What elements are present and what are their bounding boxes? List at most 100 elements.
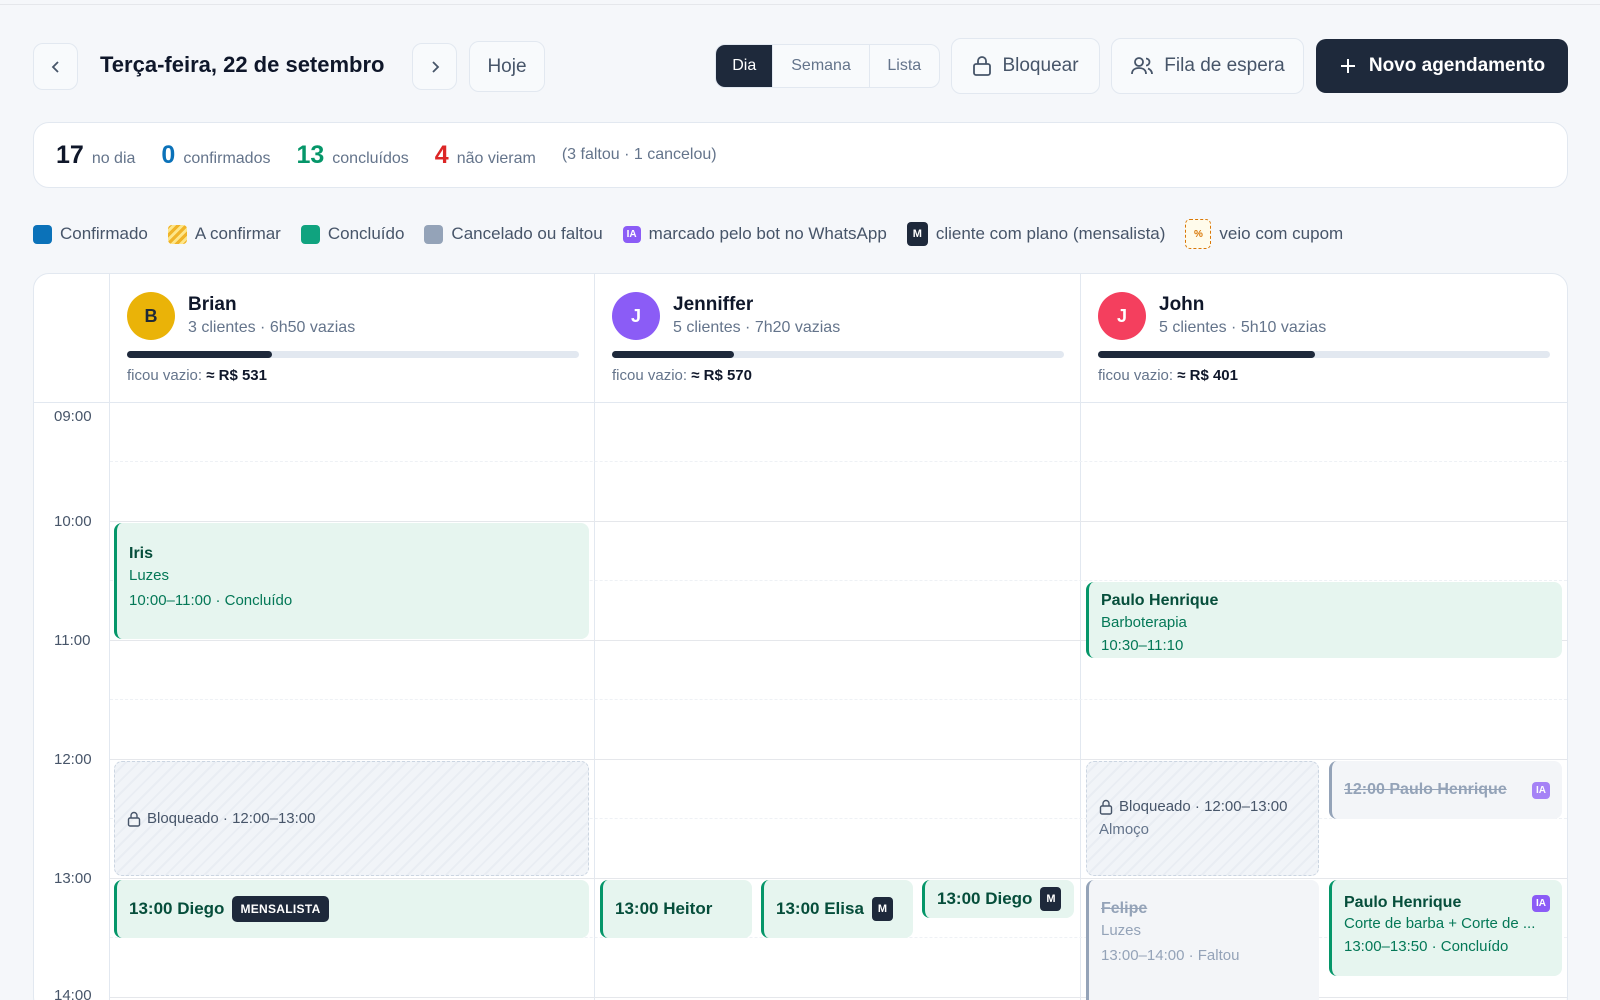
plus-icon: [1340, 59, 1355, 73]
legend-coupon-label: veio com cupom: [1219, 224, 1344, 243]
hour-line: [110, 521, 1567, 522]
appointment-card[interactable]: 13:00 Diego M: [922, 880, 1074, 918]
occupancy-fill: [612, 351, 735, 358]
barber-name: Jenniffer: [673, 294, 754, 315]
appointment-card[interactable]: 13:00 Elisa M: [761, 880, 913, 938]
stat-noshow-count: 4: [434, 140, 449, 169]
noshow-appointment-card[interactable]: Felipe Luzes 13:00–14:00 · Faltou: [1086, 880, 1319, 1000]
plan-badge-icon: M: [871, 897, 893, 921]
legend-cancelled-label: Cancelado ou faltou: [451, 224, 603, 243]
stat-done-count: 13: [296, 140, 325, 169]
barber-name: John: [1159, 294, 1205, 315]
service-name: Barboterapia: [1101, 614, 1187, 631]
appointment-time: 13:00–14:00 · Faltou: [1101, 947, 1240, 964]
legend-pending-label: A confirmar: [194, 224, 281, 243]
service-name: Corte de barba + Corte de ...: [1344, 915, 1536, 932]
header-divider: [34, 402, 1567, 403]
waitlist-button-label: Fila de espera: [1164, 55, 1285, 76]
occupancy-fill: [1098, 351, 1315, 358]
stat-done: 13 concluídos: [296, 141, 408, 170]
idle-amount: ≈ R$ 401: [1177, 367, 1238, 384]
block-button-label: Bloquear: [1002, 55, 1079, 76]
appointment-card[interactable]: Paulo Henrique IA Corte de barba + Corte…: [1329, 880, 1562, 976]
day-calendar: B Brian 3 clientes · 6h50 vazias ficou v…: [33, 273, 1568, 1000]
lock-icon: [973, 56, 992, 76]
new-appointment-button[interactable]: Novo agendamento: [1316, 39, 1568, 93]
blocked-label: Bloqueado · 12:00–13:00: [147, 810, 316, 827]
appointment-label: 13:00 Heitor: [615, 899, 713, 918]
mensalista-badge: MENSALISTA: [232, 896, 329, 922]
barber-stats: 3 clientes · 6h50 vazias: [188, 319, 356, 336]
blocked-label: Bloqueado · 12:00–13:00: [1119, 798, 1288, 815]
appointment-card[interactable]: Paulo Henrique Barboterapia 10:30–11:10: [1086, 582, 1562, 658]
half-hour-line: [110, 699, 1567, 700]
legend-done: Concluído: [300, 224, 405, 244]
avatar: B: [127, 292, 175, 340]
view-week-tab[interactable]: Semana: [772, 45, 868, 87]
ia-badge-icon: IA: [1532, 894, 1550, 912]
coupon-badge-icon: %: [1185, 219, 1212, 249]
idle-value: ficou vazio: ≈ R$ 401: [1098, 367, 1238, 384]
appointment-time: 10:00–11:00 · Concluído: [129, 592, 293, 609]
blocked-slot[interactable]: Bloqueado · 12:00–13:00: [114, 761, 589, 876]
block-button[interactable]: Bloquear: [951, 38, 1100, 94]
time-label: 13:00: [54, 870, 92, 887]
stat-day-label: no dia: [91, 149, 136, 167]
appointment-label: 13:00 Diego: [937, 889, 1033, 908]
view-list-tab[interactable]: Lista: [868, 45, 939, 87]
barber-header-brian: B Brian 3 clientes · 6h50 vazias ficou v…: [110, 274, 594, 402]
hour-line: [110, 759, 1567, 760]
stat-noshow-label: não vieram: [456, 149, 536, 167]
new-appointment-label: Novo agendamento: [1368, 55, 1546, 76]
today-button[interactable]: Hoje: [469, 41, 545, 92]
client-name: Paulo Henrique: [1344, 894, 1462, 911]
stat-confirmed: 0 confirmados: [161, 141, 270, 170]
avatar: J: [612, 292, 660, 340]
stat-confirmed-label: confirmados: [183, 149, 271, 167]
barber-stats: 5 clientes · 5h10 vazias: [1159, 319, 1327, 336]
stat-done-label: concluídos: [332, 149, 409, 167]
occupancy-bar: [612, 351, 1064, 358]
day-summary: 17 no dia 0 confirmados 13 concluídos 4 …: [33, 122, 1568, 188]
cancelled-swatch: [424, 224, 444, 244]
appointment-label: 13:00 Diego: [129, 899, 225, 918]
view-day-tab[interactable]: Dia: [716, 45, 773, 87]
legend-done-label: Concluído: [327, 224, 405, 243]
hour-line: [110, 997, 1567, 998]
idle-value: ficou vazio: ≈ R$ 570: [612, 367, 752, 384]
appointment-card[interactable]: 13:00 Heitor: [600, 880, 752, 938]
appointment-card[interactable]: 13:00 Diego MENSALISTA: [114, 880, 589, 938]
users-icon: [1131, 57, 1154, 75]
appointment-label: 12:00 Paulo Henrique: [1344, 781, 1507, 798]
appointment-time: 10:30–11:10: [1101, 637, 1184, 654]
legend-cancelled: Cancelado ou faltou: [424, 224, 603, 244]
stat-confirmed-count: 0: [161, 140, 176, 169]
legend-confirmed-label: Confirmado: [60, 224, 148, 243]
next-day-button[interactable]: [412, 43, 457, 90]
cancelled-appointment-card[interactable]: 12:00 Paulo Henrique IA: [1329, 761, 1562, 819]
client-name: Felipe: [1101, 900, 1148, 917]
blocked-note: Almoço: [1099, 821, 1150, 838]
time-label: 12:00: [54, 751, 92, 768]
time-label: 14:00: [54, 987, 92, 1000]
ia-badge-icon: IA: [1532, 781, 1550, 799]
legend-ia-label: marcado pelo bot no WhatsApp: [648, 224, 887, 243]
lock-icon: [127, 811, 141, 827]
idle-amount: ≈ R$ 570: [691, 367, 752, 384]
waitlist-button[interactable]: Fila de espera: [1111, 38, 1304, 94]
appointment-card[interactable]: Iris Luzes 10:00–11:00 · Concluído: [114, 523, 589, 639]
service-name: Luzes: [1101, 922, 1142, 939]
view-switcher: Dia Semana Lista: [715, 44, 940, 88]
prev-day-button[interactable]: [33, 43, 78, 90]
legend-confirmed: Confirmado: [33, 224, 148, 244]
confirmed-swatch: [33, 224, 52, 244]
legend-plan: M cliente com plano (mensalista): [906, 222, 1166, 246]
idle-amount: ≈ R$ 531: [206, 367, 267, 384]
blocked-slot[interactable]: Bloqueado · 12:00–13:00 Almoço: [1086, 761, 1319, 876]
stat-noshow: 4 não vieram: [435, 141, 536, 170]
legend-plan-label: cliente com plano (mensalista): [935, 224, 1166, 243]
status-legend: Confirmado A confirmar Concluído Cancela…: [33, 219, 1343, 249]
occupancy-fill: [127, 351, 272, 358]
legend-ia: IA marcado pelo bot no WhatsApp: [622, 224, 887, 244]
legend-coupon: % veio com cupom: [1185, 219, 1343, 249]
